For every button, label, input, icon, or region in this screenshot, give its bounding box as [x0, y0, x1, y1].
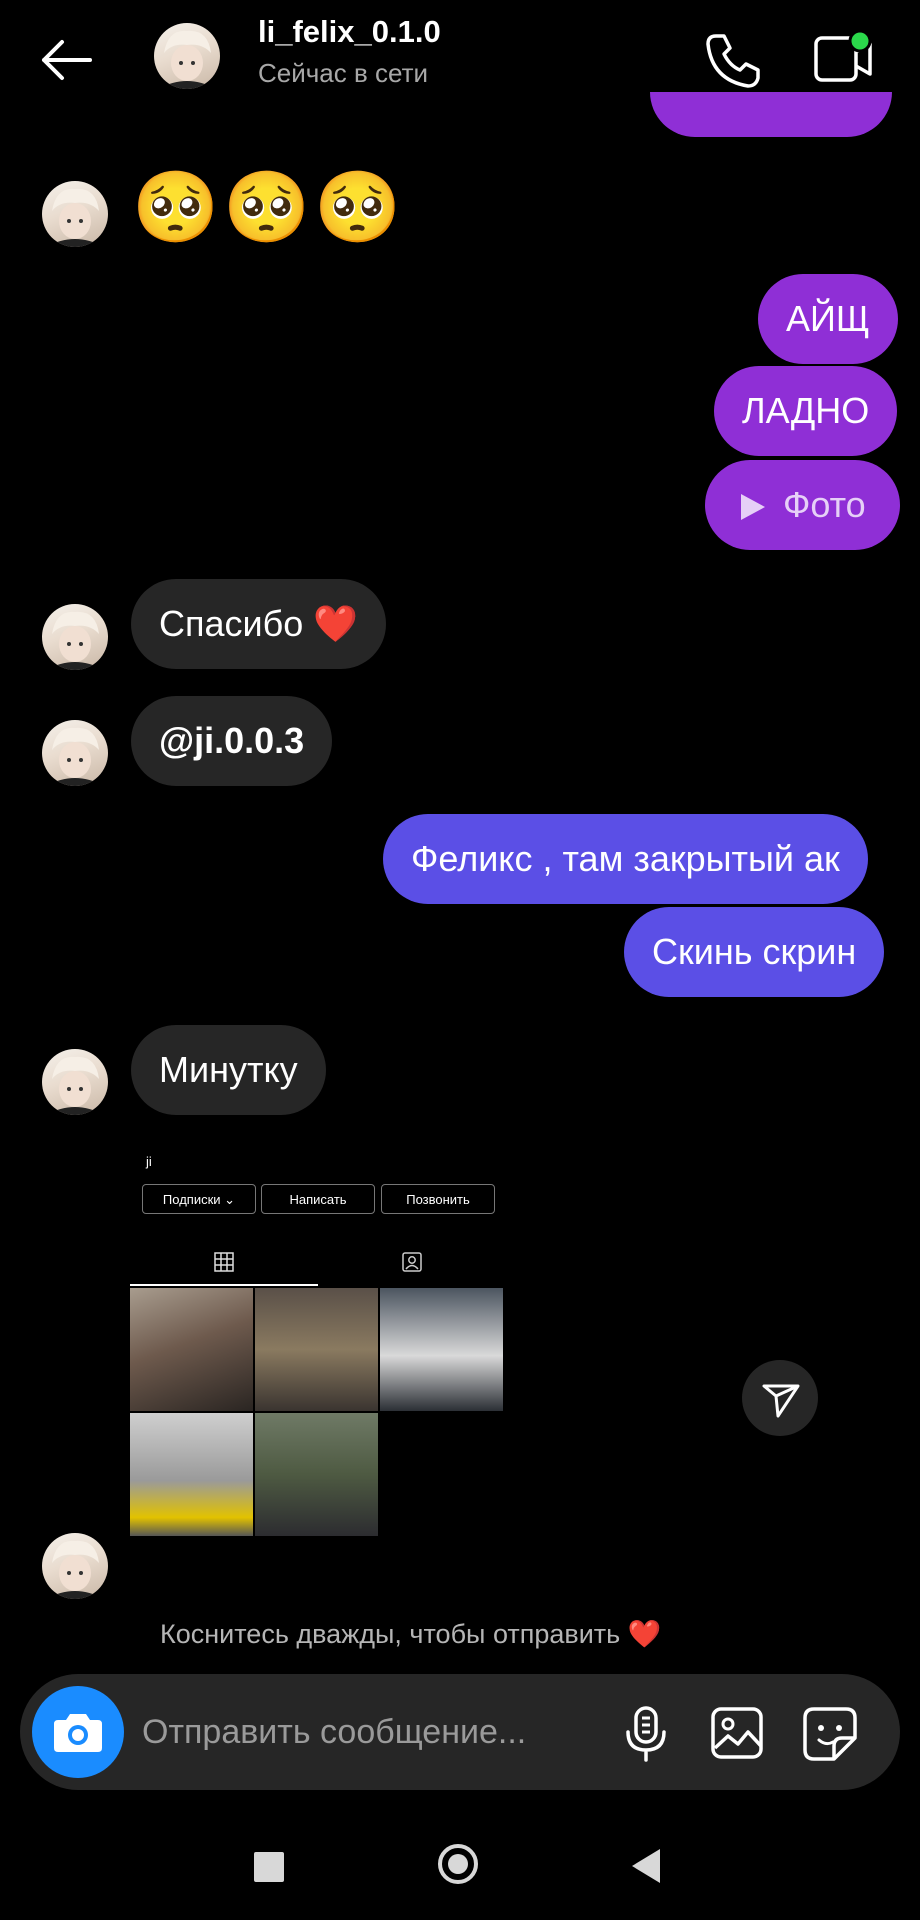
- sent-message-5[interactable]: Скинь скрин: [624, 907, 885, 997]
- tagged-icon: [402, 1252, 422, 1272]
- double-tap-hint: Коснитесь дважды, чтобы отправить ❤️: [160, 1619, 662, 1649]
- camera-button[interactable]: [32, 1686, 124, 1778]
- sent-message-1[interactable]: АЙЩ: [758, 274, 898, 364]
- phone-icon[interactable]: [702, 30, 762, 90]
- photo-label: Фото: [783, 484, 866, 525]
- tab-underline: [130, 1284, 318, 1286]
- grid-photo: [255, 1413, 378, 1536]
- screenshot-image-message[interactable]: ji Подписки ⌄ Написать Позвонить: [130, 1140, 507, 1538]
- previous-message-bubble[interactable]: [650, 92, 892, 137]
- sent-message-2[interactable]: ЛАДНО: [714, 366, 898, 456]
- emoji-message[interactable]: 🥺🥺🥺: [132, 162, 405, 252]
- received-message-minute[interactable]: Минутку: [131, 1025, 326, 1115]
- online-status: Сейчас в сети: [258, 58, 429, 88]
- received-mention[interactable]: @ji.0.0.3: [131, 696, 333, 786]
- sticker-icon[interactable]: [802, 1706, 858, 1762]
- sender-avatar[interactable]: [42, 1533, 108, 1599]
- back-triangle-icon[interactable]: [632, 1849, 660, 1883]
- back-arrow-icon[interactable]: [36, 36, 94, 84]
- following-button: Подписки ⌄: [142, 1184, 256, 1214]
- received-message-thanks[interactable]: Спасибо ❤️: [131, 579, 387, 669]
- video-camera-icon[interactable]: [812, 28, 876, 88]
- home-circle-icon[interactable]: [438, 1844, 478, 1884]
- message-composer: Отправить сообщение...: [20, 1674, 900, 1790]
- call-button: Позвонить: [381, 1184, 495, 1214]
- sender-avatar[interactable]: [42, 720, 108, 786]
- sender-avatar[interactable]: [42, 604, 108, 670]
- message-button: Написать: [261, 1184, 375, 1214]
- grid-photo: [255, 1288, 378, 1411]
- play-icon: [741, 494, 765, 520]
- grid-photo: [380, 1288, 503, 1411]
- share-button[interactable]: [742, 1360, 818, 1436]
- header-avatar[interactable]: [154, 23, 220, 89]
- camera-icon: [54, 1714, 102, 1752]
- grid-icon: [214, 1252, 234, 1272]
- grid-photo: [130, 1288, 253, 1411]
- chat-username[interactable]: li_felix_0.1.0: [258, 14, 441, 50]
- sent-message-4[interactable]: Феликс , там закрытый ак: [383, 814, 868, 904]
- message-input[interactable]: Отправить сообщение...: [142, 1674, 526, 1790]
- grid-photo: [130, 1413, 253, 1536]
- sender-avatar[interactable]: [42, 1049, 108, 1115]
- sender-avatar[interactable]: [42, 181, 108, 247]
- gallery-icon[interactable]: [710, 1706, 764, 1760]
- microphone-icon[interactable]: [620, 1706, 672, 1762]
- recents-square-icon[interactable]: [254, 1852, 284, 1882]
- sent-photo-message[interactable]: Фото: [705, 460, 900, 550]
- profile-name: ji: [146, 1154, 152, 1169]
